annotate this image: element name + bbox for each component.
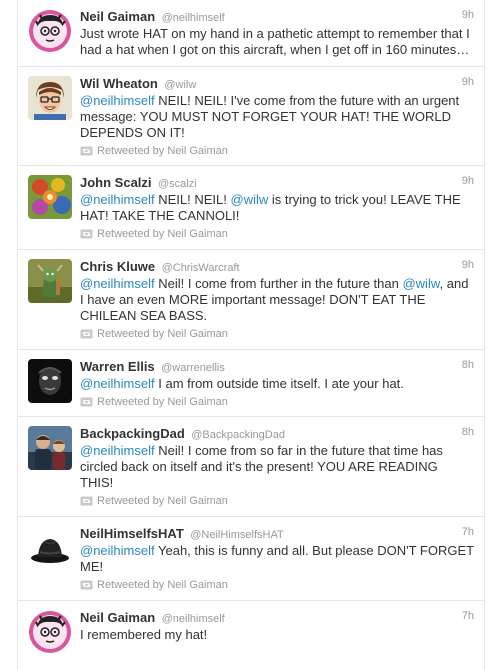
- author-handle[interactable]: @NeilHimselfsHAT: [190, 529, 283, 541]
- avatar-john-scalzi[interactable]: [28, 175, 72, 219]
- tweet-text-body: NEIL! NEIL!: [154, 192, 231, 207]
- mention-link[interactable]: @neilhimself: [80, 192, 155, 207]
- tweet-item[interactable]: John Scalzi @scalzi 9h @neilhimself NEIL…: [18, 166, 484, 250]
- tweet-text: @neilhimself NEIL! NEIL! @wilw is trying…: [80, 192, 474, 224]
- retweet-attribution[interactable]: Retweeted by Neil Gaiman: [80, 579, 228, 591]
- tweet-text-body: Neil! I come from further in the future …: [154, 276, 403, 291]
- author-handle[interactable]: @neilhimself: [162, 613, 225, 625]
- retweet-attribution[interactable]: Retweeted by Neil Gaiman: [80, 396, 228, 408]
- retweet-icon: [80, 329, 93, 339]
- retweet-label: Retweeted by Neil Gaiman: [97, 145, 228, 157]
- author-handle[interactable]: @BackpackingDad: [191, 429, 285, 441]
- tweet-text-body: Just wrote HAT on my hand in a pathetic …: [80, 26, 470, 57]
- author-handle[interactable]: @neilhimself: [162, 12, 225, 24]
- tweet-text-body: I remembered my hat!: [80, 627, 208, 642]
- avatar-neil-gaiman[interactable]: [28, 610, 72, 654]
- retweet-attribution[interactable]: Retweeted by Neil Gaiman: [80, 328, 228, 340]
- tweet-timestamp[interactable]: 8h: [462, 426, 474, 438]
- avatar-hat[interactable]: [28, 526, 72, 570]
- author-name[interactable]: Chris Kluwe: [80, 259, 155, 274]
- tweet-text: Just wrote HAT on my hand in a pathetic …: [80, 26, 474, 58]
- mention-link[interactable]: @neilhimself: [80, 93, 155, 108]
- tweet-item[interactable]: Chris Kluwe @ChrisWarcraft 9h @neilhimse…: [18, 250, 484, 350]
- tweet-text-body: I am from outside time itself. I ate you…: [154, 376, 404, 391]
- author-name[interactable]: Warren Ellis: [80, 359, 155, 374]
- tweet-timestamp[interactable]: 7h: [462, 526, 474, 538]
- retweet-attribution[interactable]: Retweeted by Neil Gaiman: [80, 145, 228, 157]
- avatar-neil-gaiman[interactable]: [28, 9, 72, 53]
- retweet-label: Retweeted by Neil Gaiman: [97, 495, 228, 507]
- author-name[interactable]: Neil Gaiman: [80, 610, 155, 625]
- tweet-timestamp[interactable]: 9h: [462, 9, 474, 21]
- tweet-item[interactable]: Neil Gaiman @neilhimself 9h Just wrote H…: [18, 0, 484, 67]
- retweet-attribution[interactable]: Retweeted by Neil Gaiman: [80, 495, 228, 507]
- mention-link[interactable]: @neilhimself: [80, 376, 155, 391]
- retweet-label: Retweeted by Neil Gaiman: [97, 228, 228, 240]
- tweet-timeline: Neil Gaiman @neilhimself 9h Just wrote H…: [17, 0, 485, 670]
- retweet-icon: [80, 146, 93, 156]
- retweet-label: Retweeted by Neil Gaiman: [97, 328, 228, 340]
- author-handle[interactable]: @scalzi: [158, 178, 197, 190]
- avatar-backpackingdad[interactable]: [28, 426, 72, 470]
- retweet-icon: [80, 580, 93, 590]
- mention-link[interactable]: @neilhimself: [80, 443, 155, 458]
- tweet-timestamp[interactable]: 9h: [462, 76, 474, 88]
- mention-link[interactable]: @wilw: [402, 276, 439, 291]
- mention-link[interactable]: @wilw: [231, 192, 269, 207]
- tweet-timestamp[interactable]: 9h: [462, 175, 474, 187]
- author-name[interactable]: NeilHimselfsHAT: [80, 526, 184, 541]
- tweet-item[interactable]: Wil Wheaton @wilw 9h @neilhimself NEIL! …: [18, 67, 484, 166]
- tweet-item[interactable]: BackpackingDad @BackpackingDad 8h @neilh…: [18, 417, 484, 517]
- retweet-icon: [80, 229, 93, 239]
- tweet-item[interactable]: Warren Ellis @warrenellis 8h @neilhimsel…: [18, 350, 484, 417]
- tweet-item[interactable]: Neil Gaiman @neilhimself 7h I remembered…: [18, 601, 484, 670]
- retweet-attribution[interactable]: Retweeted by Neil Gaiman: [80, 228, 228, 240]
- author-handle[interactable]: @warrenellis: [161, 362, 225, 374]
- author-handle[interactable]: @wilw: [164, 79, 196, 91]
- tweet-text: @neilhimself Neil! I come from further i…: [80, 276, 474, 324]
- tweet-text: @neilhimself I am from outside time itse…: [80, 376, 474, 392]
- tweet-text: @neilhimself Neil! I come from so far in…: [80, 443, 474, 491]
- retweet-label: Retweeted by Neil Gaiman: [97, 396, 228, 408]
- author-name[interactable]: Neil Gaiman: [80, 9, 155, 24]
- author-name[interactable]: BackpackingDad: [80, 426, 185, 441]
- mention-link[interactable]: @neilhimself: [80, 543, 155, 558]
- author-name[interactable]: John Scalzi: [80, 175, 152, 190]
- mention-link[interactable]: @neilhimself: [80, 276, 155, 291]
- author-name[interactable]: Wil Wheaton: [80, 76, 158, 91]
- tweet-timestamp[interactable]: 9h: [462, 259, 474, 271]
- retweet-label: Retweeted by Neil Gaiman: [97, 579, 228, 591]
- avatar-warren-ellis[interactable]: [28, 359, 72, 403]
- tweet-text: @neilhimself NEIL! NEIL! I've come from …: [80, 93, 474, 141]
- tweet-text: I remembered my hat!: [80, 627, 474, 643]
- retweet-icon: [80, 397, 93, 407]
- author-handle[interactable]: @ChrisWarcraft: [162, 262, 240, 274]
- tweet-timestamp[interactable]: 8h: [462, 359, 474, 371]
- retweet-icon: [80, 496, 93, 506]
- avatar-wil-wheaton[interactable]: [28, 76, 72, 120]
- tweet-item[interactable]: NeilHimselfsHAT @NeilHimselfsHAT 7h @nei…: [18, 517, 484, 601]
- tweet-timestamp[interactable]: 7h: [462, 610, 474, 622]
- avatar-chris-kluwe[interactable]: [28, 259, 72, 303]
- tweet-text: @neilhimself Yeah, this is funny and all…: [80, 543, 474, 575]
